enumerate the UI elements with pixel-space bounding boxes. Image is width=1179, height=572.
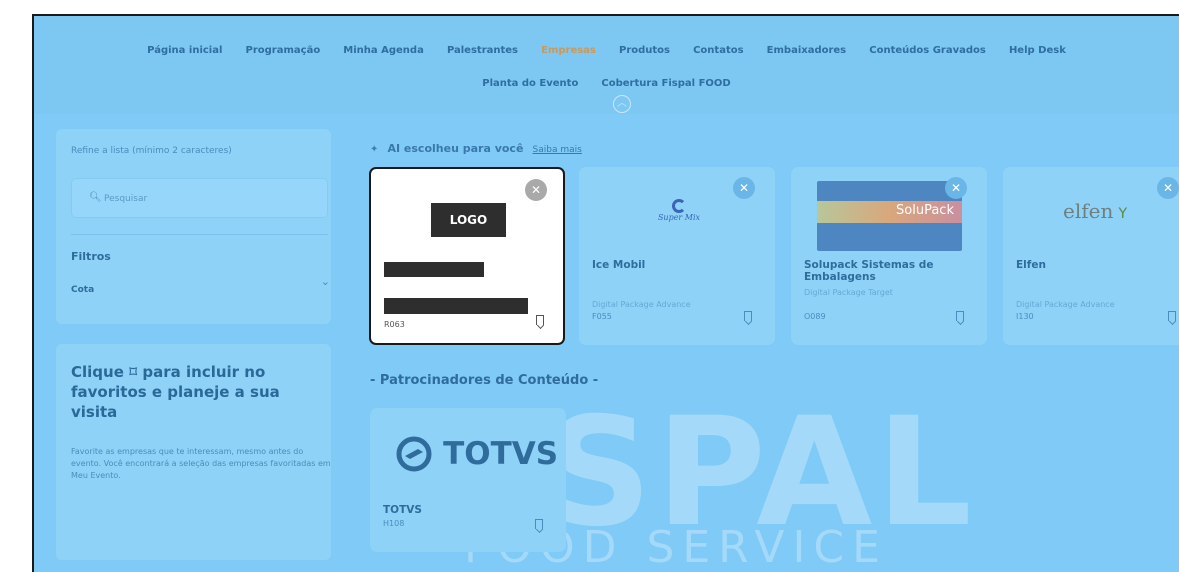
- logo-swirl-icon: [672, 199, 686, 213]
- close-icon[interactable]: ✕: [1157, 177, 1179, 199]
- sponsor-name: TOTVS: [383, 504, 422, 516]
- page-overlay: SPAL FOOD SERVICE Página inicial Program…: [32, 14, 1179, 572]
- company-card[interactable]: SoluPack ✕ Solupack Sistemas de Embalage…: [791, 167, 987, 345]
- nav-empresas[interactable]: Empresas: [541, 45, 596, 56]
- company-logo: SoluPack: [817, 181, 962, 251]
- company-logo: Super Mix: [647, 199, 711, 239]
- nav-help-desk[interactable]: Help Desk: [1009, 45, 1066, 56]
- company-card[interactable]: elfen Y ✕ Elfen Digital Package Advance …: [1003, 167, 1179, 345]
- filter-panel: Refine a lista (mínimo 2 caracteres) 🔍︎ …: [56, 129, 331, 324]
- booth-code: H108: [383, 519, 405, 528]
- divider: [71, 234, 328, 235]
- booth-code: O089: [804, 312, 826, 321]
- bookmark-icon[interactable]: [536, 315, 544, 325]
- section-title: - Patrocinadores de Conteúdo -: [370, 373, 599, 388]
- redacted-company-type: [384, 298, 528, 314]
- favorites-info-panel: Clique ⌑ para incluir no favoritos e pla…: [56, 344, 331, 560]
- logo-wordmark: elfen: [1063, 199, 1114, 223]
- logo-wordmark: SoluPack: [896, 203, 954, 218]
- redacted-company-name: [384, 262, 484, 277]
- filter-cota-dropdown[interactable]: Cota ⌄: [71, 275, 330, 295]
- close-icon[interactable]: ✕: [525, 179, 547, 201]
- chevron-up-icon: ︿: [617, 98, 627, 109]
- nav-minha-agenda[interactable]: Minha Agenda: [343, 45, 424, 56]
- nav-programacao[interactable]: Programação: [246, 45, 321, 56]
- booth-code: I130: [1016, 312, 1034, 321]
- company-card[interactable]: Super Mix ✕ Ice Mobil Digital Package Ad…: [579, 167, 775, 345]
- nav-pagina-inicial[interactable]: Página inicial: [147, 45, 222, 56]
- logo-wordmark: Super Mix: [657, 213, 701, 222]
- bookmark-icon[interactable]: [744, 311, 752, 321]
- chevron-down-icon: ⌄: [320, 275, 330, 288]
- filter-cota-label: Cota: [71, 285, 95, 295]
- booth-code: F055: [592, 312, 612, 321]
- bookmark-icon[interactable]: [535, 519, 543, 529]
- nav-contatos[interactable]: Contatos: [693, 45, 743, 56]
- ai-sparkle-icon: ✦: [370, 144, 379, 155]
- search-box[interactable]: 🔍︎: [71, 178, 328, 218]
- company-logo: elfen Y: [1063, 199, 1127, 223]
- collapse-nav-button[interactable]: ︿: [613, 95, 631, 113]
- sponsor-card[interactable]: TOTVS TOTVS H108: [370, 408, 566, 552]
- favorites-description: Favorite as empresas que te interessam, …: [71, 447, 331, 480]
- favorites-title: Clique ⌑ para incluir no favoritos e pla…: [71, 363, 280, 421]
- company-card[interactable]: LOGO ✕ R063: [369, 167, 565, 345]
- close-icon[interactable]: ✕: [945, 177, 967, 199]
- company-package: Digital Package Target: [804, 288, 893, 297]
- nav-planta-do-evento[interactable]: Planta do Evento: [482, 78, 578, 89]
- nav-palestrantes[interactable]: Palestrantes: [447, 45, 518, 56]
- filters-title: Filtros: [71, 250, 111, 263]
- bookmark-icon[interactable]: [956, 311, 964, 321]
- nav-cobertura-fispal-food[interactable]: Cobertura Fispal FOOD: [601, 78, 730, 89]
- sponsor-logo: TOTVS: [396, 436, 558, 476]
- leaf-icon: Y: [1118, 206, 1128, 222]
- nav-embaixadores[interactable]: Embaixadores: [767, 45, 846, 56]
- company-name: Elfen: [1016, 259, 1046, 271]
- booth-code: R063: [384, 320, 405, 329]
- sponsor-wordmark: TOTVS: [443, 436, 559, 472]
- refine-label: Refine a lista (mínimo 2 caracteres): [71, 146, 232, 156]
- top-navigation: Página inicial Programação Minha Agenda …: [34, 16, 1179, 114]
- nav-conteudos-gravados[interactable]: Conteúdos Gravados: [869, 45, 986, 56]
- close-icon[interactable]: ✕: [733, 177, 755, 199]
- company-logo-placeholder: LOGO: [431, 203, 506, 237]
- company-package: Digital Package Advance: [592, 300, 691, 309]
- totvs-mark-icon: [396, 436, 432, 472]
- ai-recommendation-header: ✦ AI escolheu para você Saiba mais: [370, 137, 582, 155]
- search-icon: 🔍︎: [89, 192, 102, 203]
- search-input[interactable]: [102, 190, 306, 208]
- company-package: Digital Package Advance: [1016, 300, 1115, 309]
- company-name: Ice Mobil: [592, 259, 646, 271]
- nav-produtos[interactable]: Produtos: [619, 45, 670, 56]
- ai-label: AI escolheu para você: [387, 142, 524, 155]
- bookmark-icon[interactable]: [1168, 311, 1176, 321]
- company-name: Solupack Sistemas de Embalagens: [804, 259, 934, 283]
- saiba-mais-link[interactable]: Saiba mais: [533, 145, 582, 155]
